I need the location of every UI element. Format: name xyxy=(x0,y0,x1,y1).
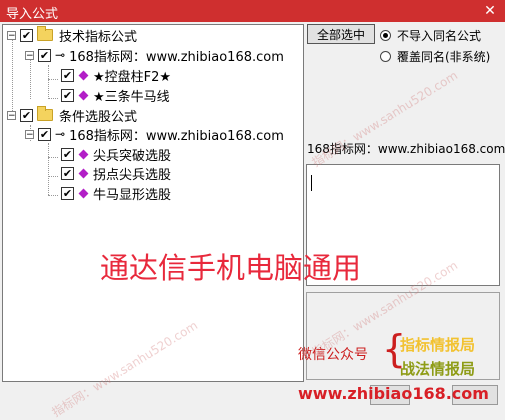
radio-overwrite-duplicates[interactable]: 覆盖同名(非系统) xyxy=(380,48,490,65)
checkbox[interactable]: ✔ xyxy=(20,108,33,122)
formula-icon xyxy=(78,168,89,178)
folder-icon xyxy=(37,26,53,41)
checkbox[interactable]: ✔ xyxy=(61,147,74,161)
collapse-toggle-icon[interactable]: − xyxy=(25,50,34,60)
select-all-button[interactable]: 全部选中 xyxy=(307,24,375,44)
close-icon[interactable]: ✕ xyxy=(475,0,505,22)
collapse-toggle-icon[interactable]: − xyxy=(25,129,34,139)
tree-leaf[interactable]: ✔ 尖兵突破选股 xyxy=(61,144,171,164)
brand-name-2: 战法情报局 xyxy=(400,360,476,378)
key-icon: ⊸ xyxy=(55,48,66,62)
formula-icon xyxy=(78,90,89,100)
text-caret xyxy=(311,175,312,191)
radio-label: 覆盖同名(非系统) xyxy=(397,50,491,64)
wechat-label: 微信公众号 xyxy=(298,347,368,363)
tree-connector xyxy=(48,65,49,99)
tree-node-site[interactable]: − ✔ ⊸ 168指标网：www.zhibiao168.com xyxy=(25,45,284,65)
tree-leaf-label: ★三条牛马线 xyxy=(93,89,170,105)
tree-leaf-label: 牛马显形选股 xyxy=(93,187,172,203)
promo-url: www.zhibiao168.com xyxy=(298,384,489,403)
tree-node-screening[interactable]: − ✔ 条件选股公式 xyxy=(7,105,137,125)
formula-icon xyxy=(78,149,89,159)
checkbox[interactable]: ✔ xyxy=(61,166,74,180)
tree-connector xyxy=(48,79,58,80)
formula-icon xyxy=(78,188,89,198)
formula-icon xyxy=(78,70,89,80)
tree-leaf[interactable]: ✔ 牛马显形选股 xyxy=(61,183,171,203)
checkbox[interactable]: ✔ xyxy=(20,28,33,42)
tree-connector xyxy=(30,59,31,99)
tree-connector xyxy=(48,143,49,195)
brand-name-1: 指标情报局 xyxy=(400,336,476,354)
checkbox[interactable]: ✔ xyxy=(61,186,74,200)
tree-connector xyxy=(48,157,58,158)
checkbox[interactable]: ✔ xyxy=(61,88,74,102)
radio-skip-duplicates[interactable]: 不导入同名公式 xyxy=(380,27,481,44)
promo-headline: 通达信手机电脑通用 xyxy=(100,251,362,285)
checkbox[interactable]: ✔ xyxy=(61,68,74,82)
tree-node-label: 条件选股公式 xyxy=(59,109,138,125)
tree-leaf-label: 尖兵突破选股 xyxy=(93,148,172,164)
tree-leaf[interactable]: ✔ ★三条牛马线 xyxy=(61,85,170,105)
tree-connector xyxy=(48,176,58,177)
folder-icon xyxy=(37,106,53,121)
tree-node-site[interactable]: − ✔ ⊸ 168指标网：www.zhibiao168.com xyxy=(25,124,284,144)
radio-checked-icon[interactable] xyxy=(380,30,391,41)
tree-node-label: 168指标网：www.zhibiao168.com xyxy=(69,49,284,65)
checkbox[interactable]: ✔ xyxy=(38,48,51,62)
collapse-toggle-icon[interactable]: − xyxy=(7,30,16,40)
formula-tree[interactable]: − ✔ 技术指标公式 − ✔ ⊸ 168指标网：www.zhibiao168.c… xyxy=(2,24,304,382)
tree-leaf-label: ★控盘柱F2★ xyxy=(93,69,172,85)
tree-connector xyxy=(48,195,58,196)
title-bar: 导入公式 ✕ xyxy=(0,0,505,22)
key-icon: ⊸ xyxy=(55,127,66,141)
collapse-toggle-icon[interactable]: − xyxy=(7,110,16,120)
tree-node-technical[interactable]: − ✔ 技术指标公式 xyxy=(7,25,137,45)
tree-leaf[interactable]: ✔ ★控盘柱F2★ xyxy=(61,65,171,85)
tree-leaf[interactable]: ✔ 拐点尖兵选股 xyxy=(61,163,171,183)
checkbox[interactable]: ✔ xyxy=(38,127,51,141)
tree-connector xyxy=(48,98,58,99)
window-title: 导入公式 xyxy=(6,7,59,22)
tree-node-label: 技术指标公式 xyxy=(59,29,138,45)
radio-label: 不导入同名公式 xyxy=(397,29,482,43)
tree-leaf-label: 拐点尖兵选股 xyxy=(93,167,172,183)
tree-node-label: 168指标网：www.zhibiao168.com xyxy=(69,128,284,144)
radio-unchecked-icon[interactable] xyxy=(380,51,391,62)
